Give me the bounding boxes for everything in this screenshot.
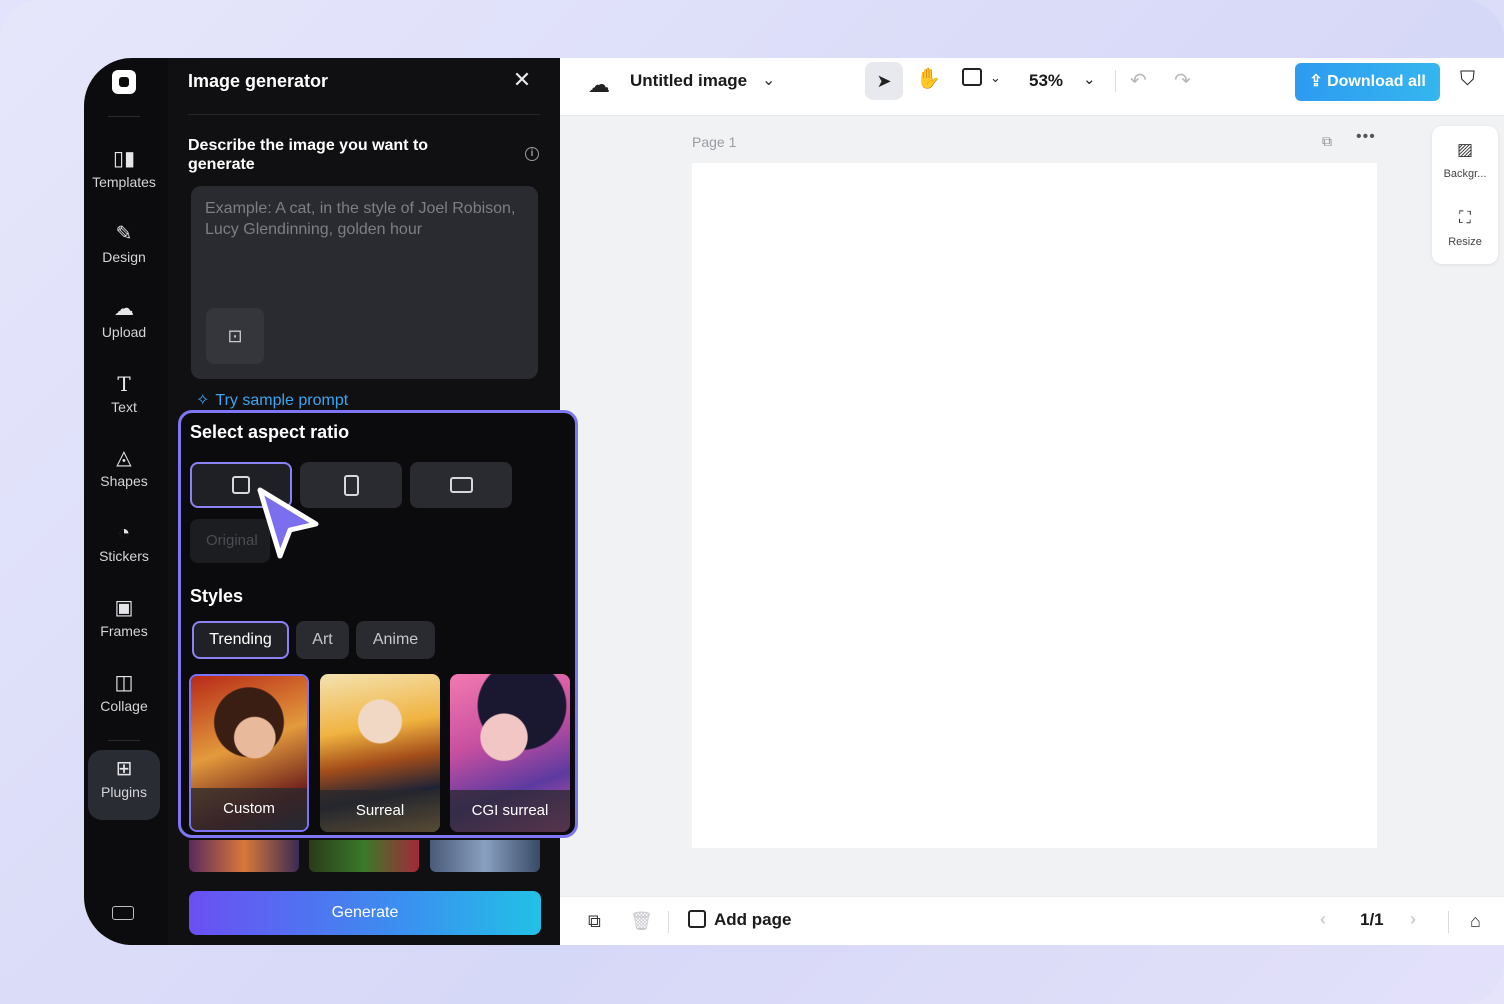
duplicate-page-icon[interactable]: ⧉ [588, 911, 601, 932]
layers-icon[interactable]: ⌂ [1470, 911, 1481, 932]
image-add-icon: ⊡ [227, 325, 243, 346]
background-icon: ▨ [1456, 140, 1474, 159]
portrait-icon [343, 474, 359, 496]
aspect-ratio-landscape[interactable] [410, 462, 512, 508]
try-sample-prompt-link[interactable]: ✧ Try sample prompt [196, 390, 348, 410]
chevron-down-icon[interactable]: ⌄ [762, 70, 775, 90]
text-icon: T [117, 372, 131, 396]
square-icon [232, 476, 250, 494]
shapes-icon: ◬ [116, 447, 132, 469]
add-page-icon [688, 910, 706, 928]
design-icon: ✎ [115, 223, 133, 245]
redo-icon[interactable]: ↷ [1174, 68, 1191, 93]
rail-item-frames[interactable]: ▣ Frames [88, 589, 160, 655]
chevron-down-icon[interactable]: ⌄ [990, 70, 1001, 86]
sparkle-icon: ✧ [196, 392, 210, 409]
pointer-icon: ➤ [876, 70, 892, 91]
style-thumbnail-partial[interactable] [430, 840, 540, 872]
frames-icon: ▣ [114, 597, 134, 619]
add-page-button[interactable]: Add page [688, 910, 791, 930]
style-card-surreal[interactable]: Surreal [320, 674, 440, 832]
stickers-icon: ◔ [117, 522, 131, 544]
landscape-icon [449, 477, 473, 493]
top-toolbar: ☁ Untitled image ⌄ ➤ ✋ ⌄ 53% ⌄ ↶ ↷ ⇪ Dow… [560, 58, 1504, 116]
info-icon[interactable]: i [525, 147, 539, 161]
rail-item-design[interactable]: ✎ Design [88, 215, 160, 281]
side-tools-panel: ▨ Backgr... ⛶ Resize [1432, 126, 1498, 264]
style-card-label: Surreal [320, 790, 440, 832]
more-options-icon[interactable]: ••• [1356, 128, 1376, 146]
resize-tool[interactable]: ⛶ Resize [1432, 208, 1498, 248]
previous-page-icon[interactable]: ‹ [1320, 909, 1326, 930]
rail-item-text[interactable]: T Text [88, 365, 160, 431]
next-page-icon[interactable]: › [1410, 909, 1416, 930]
resize-icon: ⛶ [1459, 208, 1471, 227]
rail-divider [108, 116, 140, 117]
trash-icon[interactable]: 🗑 [630, 911, 653, 932]
aspect-and-styles-popup: Select aspect ratio Original Styles Tren… [178, 410, 578, 838]
layout-icon[interactable] [962, 68, 982, 86]
chevron-down-icon[interactable]: ⌄ [1083, 70, 1096, 88]
mouse-pointer-icon [257, 487, 319, 559]
templates-icon: ▯▮ [112, 148, 135, 170]
image-upload-button[interactable]: ⊡ [206, 308, 264, 364]
rail-item-upload[interactable]: ☁ Upload [88, 290, 160, 356]
style-thumbnail-partial[interactable] [309, 840, 419, 872]
download-all-button[interactable]: ⇪ Download all [1295, 63, 1440, 101]
rail-item-shapes[interactable]: ◬ Shapes [88, 439, 160, 505]
select-tool-button[interactable]: ➤ [865, 62, 903, 100]
style-card-label: Custom [191, 788, 307, 830]
style-tab-anime[interactable]: Anime [356, 621, 435, 659]
app-logo[interactable] [112, 70, 136, 94]
bottom-toolbar: ⧉ 🗑 Add page ‹ 1/1 › ⌂ [560, 896, 1504, 945]
undo-icon[interactable]: ↶ [1130, 68, 1147, 93]
style-tab-art[interactable]: Art [296, 621, 349, 659]
export-icon: ⇪ [1309, 73, 1328, 90]
page-label: Page 1 [692, 134, 737, 150]
toolbar-divider [668, 911, 669, 933]
design-canvas[interactable] [692, 163, 1377, 848]
toolbar-divider [1448, 911, 1449, 933]
duplicate-page-icon[interactable]: ⧉ [1322, 133, 1332, 150]
collage-icon: ◫ [114, 672, 134, 694]
rail-item-collage[interactable]: ◫ Collage [88, 664, 160, 730]
hand-tool-icon[interactable]: ✋ [916, 66, 941, 91]
keyboard-icon[interactable] [112, 906, 134, 920]
toolbar-divider [1115, 70, 1116, 92]
aspect-ratio-heading: Select aspect ratio [190, 422, 350, 442]
shield-icon[interactable]: ⛉ [1460, 68, 1475, 91]
style-card-label: CGI surreal [450, 790, 570, 832]
rail-item-stickers[interactable]: ◔ Stickers [88, 514, 160, 580]
panel-title: Image generator [188, 71, 329, 91]
style-card-custom[interactable]: Custom [189, 674, 309, 832]
zoom-level[interactable]: 53% [1029, 71, 1063, 91]
style-card-cgi-surreal[interactable]: CGI surreal [450, 674, 570, 832]
rail-divider [108, 740, 140, 741]
rail-item-plugins[interactable]: ⊞ Plugins [88, 750, 160, 820]
cloud-sync-icon[interactable]: ☁ [588, 72, 610, 98]
plugins-icon: ⊞ [115, 758, 133, 780]
generate-button[interactable]: Generate [189, 891, 541, 935]
background-tool[interactable]: ▨ Backgr... [1432, 140, 1498, 180]
page-counter: 1/1 [1360, 910, 1384, 929]
rail-item-templates[interactable]: ▯▮ Templates [88, 140, 160, 206]
styles-heading: Styles [190, 586, 244, 606]
describe-label: Describe the image you want to generate [188, 137, 429, 173]
document-title[interactable]: Untitled image [630, 71, 747, 91]
close-icon[interactable]: ✕ [510, 68, 534, 92]
panel-divider [188, 114, 540, 115]
style-thumbnail-partial[interactable] [189, 840, 299, 872]
style-tab-trending[interactable]: Trending [192, 621, 289, 659]
upload-icon: ☁ [114, 298, 134, 320]
left-rail: ▯▮ Templates ✎ Design ☁ Upload T Text ◬ … [84, 58, 168, 945]
